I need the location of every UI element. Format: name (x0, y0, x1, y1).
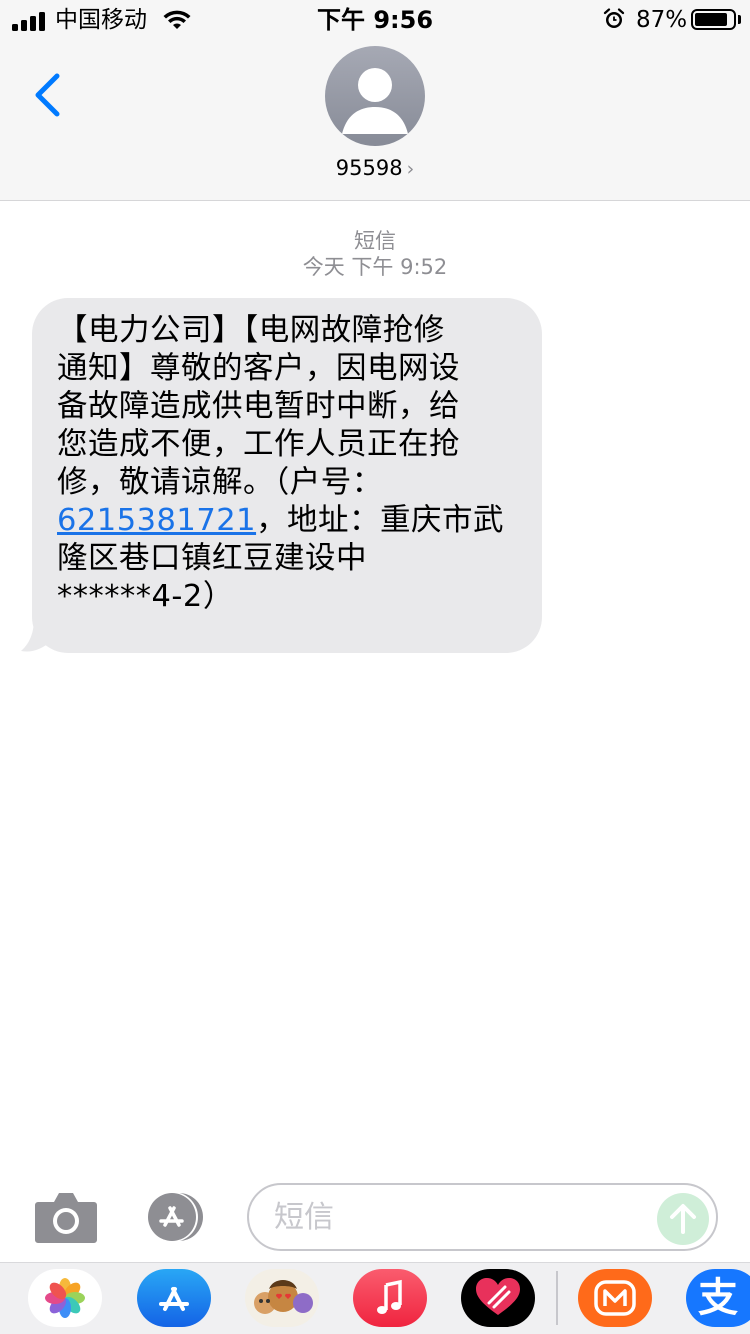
message-line: 【电力公司】【电网故障抢修 (57, 313, 445, 348)
message-line: 通知】尊敬的客户，因电网设 (57, 351, 460, 386)
message-input[interactable]: 短信 (247, 1183, 718, 1251)
contact-name[interactable]: 95598 › (0, 155, 750, 182)
battery-level-fill (695, 13, 728, 26)
message-line: 备故障造成供电暂时中断，给 (57, 389, 460, 424)
battery-percentage: 87% (636, 7, 688, 33)
status-bar: 中国移动 下午 9:56 87% (0, 0, 750, 40)
message-line: 6215381721，地址：重庆市武 (57, 502, 520, 540)
contact-avatar[interactable] (325, 46, 425, 146)
mango-tv-icon[interactable] (578, 1269, 652, 1327)
heart-touch-icon[interactable] (461, 1269, 535, 1327)
alipay-icon[interactable]: 支 (686, 1269, 750, 1327)
alipay-glyph: 支 (698, 1275, 738, 1321)
message-line: ******4-2） (57, 579, 234, 614)
photos-icon[interactable] (28, 1269, 102, 1327)
message-line: 您造成不便，工作人员正在抢 (57, 427, 460, 462)
person-silhouette-icon (342, 68, 408, 134)
account-number-link[interactable]: 6215381721 (57, 503, 256, 538)
battery-icon (691, 9, 736, 30)
memoji-icon[interactable] (245, 1269, 319, 1327)
message-timestamp: 今天 下午 9:52 (302, 255, 448, 279)
input-placeholder: 短信 (274, 1200, 334, 1235)
app-store-icon[interactable] (137, 1269, 211, 1327)
message-bubble[interactable]: 【电力公司】【电网故障抢修 通知】尊敬的客户，因电网设 备故障造成供电暂时中断，… (32, 298, 542, 653)
chevron-right-icon: › (406, 158, 415, 180)
music-icon[interactable] (353, 1269, 427, 1327)
imessage-app-strip: 支 (0, 1262, 750, 1334)
conversation-header: 95598 › (0, 40, 750, 201)
service-label: 短信 (354, 229, 396, 253)
app-store-drawer-icon[interactable] (141, 1192, 213, 1242)
conversation-meta: 短信 今天 下午 9:52 (0, 228, 750, 280)
message-line: 修，敬请谅解。（户号： (57, 465, 383, 500)
app-strip-divider (556, 1271, 558, 1325)
battery-cap (738, 15, 741, 24)
send-arrow-icon[interactable] (657, 1193, 709, 1245)
message-text: ，地址：重庆市武 (256, 503, 505, 538)
alarm-clock-icon (603, 8, 625, 28)
message-line: 隆区巷口镇红豆建设中 (57, 541, 367, 576)
contact-number: 95598 (335, 156, 403, 180)
chevron-left-icon[interactable] (28, 70, 68, 120)
camera-icon[interactable] (34, 1190, 98, 1244)
